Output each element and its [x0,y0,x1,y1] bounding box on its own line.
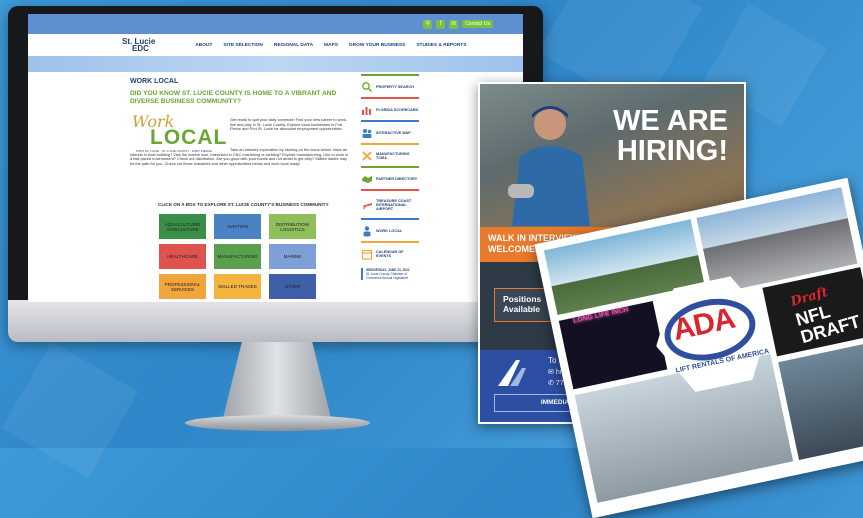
tile-manufacturing[interactable]: MANUFACTURING [214,244,261,269]
handshake-icon [362,175,372,183]
tile-aquaculture-agriculture[interactable]: AQUACULTURE/ AGRICULTURE [159,214,206,239]
news-text: St. Lucie County Chamber of Commerce Ann… [366,272,409,280]
tile-other[interactable]: OTHER [269,274,316,299]
facebook-icon[interactable]: f [436,19,446,29]
calendar-icon [361,249,373,260]
nav-item-maps[interactable]: MAPS [324,43,338,48]
linkedin-icon[interactable]: in [449,19,459,29]
top-utility-bar: ⚲ f in Contact Us [28,14,523,34]
phone-text: 77 [555,380,564,387]
sidebar-item-work-local[interactable]: WORK LOCAL [361,218,419,241]
main-nav: St. Lucie EDC ABOUT SITE SELECTION REGIO… [28,34,523,56]
search-icon [362,81,373,92]
logo-local: LOCAL [150,126,228,149]
tile-label: AVIATION [227,224,248,229]
hiring-headline-line1: WE ARE [613,105,728,137]
worker-illustration [508,106,590,226]
sidebar-item-partner-directory[interactable]: PARTNER DIRECTORY [361,166,419,189]
page-content: WORK LOCAL DID YOU KNOW ST. LUCIE COUNTY… [28,72,523,302]
collage-photo-stage [778,341,863,461]
sidebar-item-label: PARTNER DIRECTORY [376,176,418,181]
person-icon [363,225,371,236]
nav-item-regional-data[interactable]: REGIONAL DATA [274,43,313,48]
nav-item-about[interactable]: ABOUT [195,43,212,48]
tile-label: SKILLED TRADES [218,284,257,289]
sidebar-item-florida-scorecard[interactable]: FLORIDA SCORECARD [361,97,419,120]
news-item[interactable]: WEDNESDAY, JUNE 23, 2021 St. Lucie Count… [361,268,419,280]
sidebar-item-label: FLORIDA SCORECARD [376,107,419,112]
monitor-stand [222,342,332,422]
plane-icon [362,202,372,209]
tile-professional-services[interactable]: PROFESSIONAL SERVICES [159,274,206,299]
page-question: DID YOU KNOW ST. LUCIE COUNTY IS HOME TO… [130,90,337,105]
tile-marine[interactable]: MARINE [269,244,316,269]
sidebar-item-calendar-of-events[interactable]: CALENDAR OF EVENTS [361,241,419,264]
tile-skilled-trades[interactable]: SKILLED TRADES [214,274,261,299]
intro-paragraph: Get ready to quit your daily commute! Fi… [230,117,347,132]
page-title: WORK LOCAL [130,78,179,85]
background-hex [1,341,139,479]
quick-links-sidebar: PROPERTY SEARCH FLORIDA SCORECARD INTERA… [361,74,419,280]
hiring-headline-line2: HIRING! [616,135,728,167]
tile-healthcare[interactable]: HEALTHCARE [159,244,206,269]
tile-label: PROFESSIONAL SERVICES [164,281,201,292]
sidebar-item-label: CALENDAR OF EVENTS [376,249,404,258]
tools-icon [362,150,372,161]
tile-label: MANUFACTURING [217,254,258,259]
monitor-screen: ⚲ f in Contact Us St. Lucie EDC ABOUT SI… [28,14,523,302]
industry-grid: AQUACULTURE/ AGRICULTURE AVIATION DISTRI… [159,214,316,299]
sidebar-item-manufacturing-tcma[interactable]: MANUFACTURING TCMA [361,143,419,166]
phone-row: ✆ 77 [548,380,564,387]
hiring-headline: WE ARE HIRING! [592,106,728,166]
sidebar-item-label: PROPERTY SEARCH [376,84,414,89]
site-logo[interactable]: St. Lucie EDC [122,38,155,53]
tile-label: OTHER [284,284,301,289]
sidebar-item-label: MANUFACTURING TCMA [376,151,410,160]
explore-paragraph: Take an industry exploration by clicking… [130,147,349,166]
tile-label: DISTRIBUTION/ LOGISTICS [275,221,310,232]
sidebar-item-property-search[interactable]: PROPERTY SEARCH [361,74,419,97]
sidebar-item-treasure-coast-airport[interactable]: TREASURE COAST INTERNATIONAL AIRPORT [361,189,419,218]
tile-distribution-logistics[interactable]: DISTRIBUTION/ LOGISTICS [269,214,316,239]
sidebar-item-interactive-map[interactable]: INTERACTIVE MAP [361,120,419,143]
nav-item-studies-reports[interactable]: STUDIES & REPORTS [416,43,466,48]
explore-cta: CLICK ON A BOX TO EXPLORE ST. LUCIE COUN… [158,202,329,207]
sidebar-item-label: INTERACTIVE MAP [376,130,411,135]
nav-links: ABOUT SITE SELECTION REGIONAL DATA MAPS … [195,43,466,48]
nav-item-grow-your-business[interactable]: GROW YOUR BUSINESS [349,43,405,48]
nav-item-site-selection[interactable]: SITE SELECTION [223,43,262,48]
chart-icon [362,106,371,115]
company-logo-icon [498,360,526,386]
people-icon [362,128,372,138]
tile-aviation[interactable]: AVIATION [214,214,261,239]
search-icon[interactable]: ⚲ [423,19,433,29]
tile-label: MARINE [283,254,302,259]
monitor-base [185,415,370,431]
logo-line2: EDC [132,44,149,53]
sidebar-item-label: TREASURE COAST INTERNATIONAL AIRPORT [376,198,412,211]
tile-label: AQUACULTURE/ AGRICULTURE [164,221,201,232]
sidebar-item-label: WORK LOCAL [376,228,403,233]
monitor-chin [8,300,543,342]
contact-button[interactable]: Contact Us [462,20,493,28]
tile-label: HEALTHCARE [167,254,198,259]
hero-banner [28,56,523,72]
